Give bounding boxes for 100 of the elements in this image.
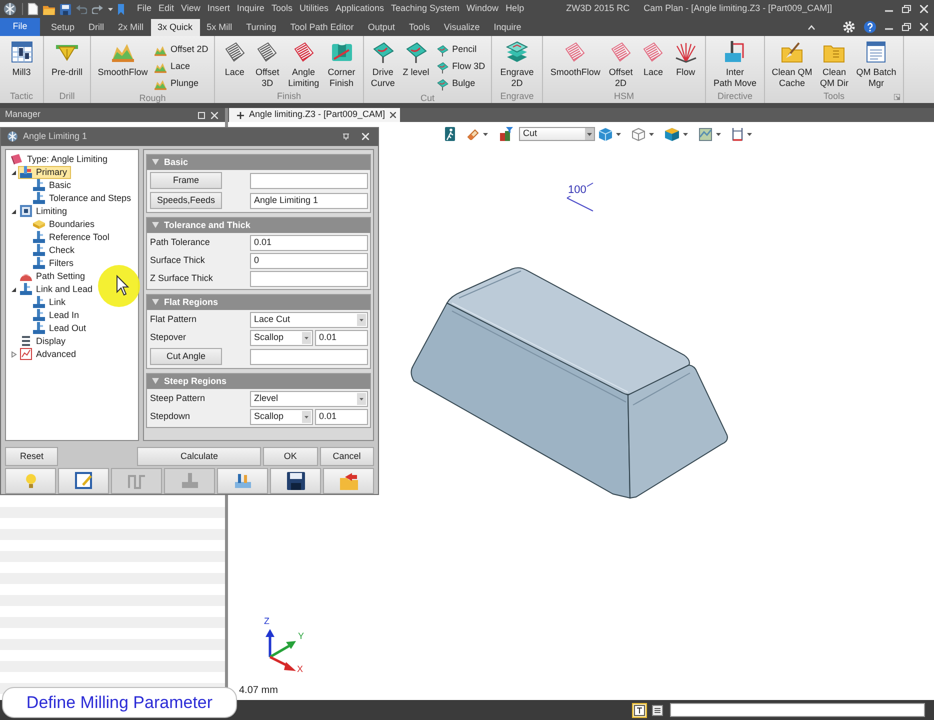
action-button[interactable]: Cut Angle <box>150 348 222 366</box>
redo-icon[interactable] <box>92 4 103 14</box>
ribbon-button[interactable]: Clean QM Dir <box>818 40 850 89</box>
dialog-button[interactable]: Reset <box>5 447 58 466</box>
dropdown[interactable]: Scallop <box>250 330 313 346</box>
text-field[interactable] <box>250 270 368 287</box>
filter-icon[interactable] <box>500 127 513 141</box>
texture-icon[interactable] <box>699 128 712 140</box>
tool-button[interactable] <box>58 468 109 494</box>
new-file-icon[interactable] <box>28 3 38 15</box>
expand-arrow-icon[interactable] <box>10 208 17 215</box>
ribbon-button[interactable]: SmoothFlow <box>549 40 602 78</box>
menu-item[interactable]: Teaching System <box>391 2 460 16</box>
bookmark-icon[interactable] <box>118 4 124 14</box>
tree-item[interactable]: Advanced <box>18 348 80 361</box>
tree-item[interactable]: Basic <box>31 178 76 192</box>
ribbon-button[interactable]: SmoothFlow <box>96 40 149 78</box>
menu-item[interactable]: Applications <box>335 2 384 16</box>
ribbon-tab[interactable]: Turning <box>239 19 284 36</box>
ribbon-tab[interactable]: 3x Quick <box>150 19 200 36</box>
tree-item[interactable]: Limiting <box>18 204 72 218</box>
tool-button[interactable] <box>270 468 321 494</box>
section-icon[interactable] <box>732 128 743 140</box>
ribbon-button[interactable]: Clean QM Cache <box>770 40 814 89</box>
ribbon-button[interactable]: Inter Path Move <box>712 40 758 89</box>
text-field[interactable]: Angle Limiting 1 <box>250 192 368 209</box>
wireframe-cube-icon[interactable] <box>632 128 645 140</box>
close-icon[interactable] <box>390 112 396 118</box>
ribbon-tab[interactable]: 5x Mill <box>200 19 240 36</box>
dropdown-caret-icon[interactable] <box>683 132 688 136</box>
text-field[interactable] <box>250 172 368 189</box>
dropdown-caret-icon[interactable] <box>483 132 488 136</box>
dropdown[interactable]: Lace Cut <box>250 312 368 328</box>
shaded-cube-icon[interactable] <box>665 128 679 140</box>
dialog-button[interactable]: Cancel <box>320 447 374 466</box>
ribbon-small-button[interactable]: Lace <box>154 59 208 75</box>
menu-item[interactable]: View <box>181 2 200 16</box>
status-button[interactable] <box>632 702 647 718</box>
ribbon-button[interactable]: Angle Limiting <box>287 40 320 89</box>
status-button[interactable] <box>650 702 665 718</box>
ribbon-tab[interactable]: Setup <box>44 19 82 36</box>
ribbon-small-button[interactable]: Plunge <box>154 76 208 92</box>
help-icon[interactable] <box>864 21 876 33</box>
restore-icon[interactable] <box>902 23 911 31</box>
ribbon-tab[interactable]: Drill <box>82 19 112 36</box>
ribbon-tab[interactable]: Tool Path Editor <box>283 19 361 36</box>
ribbon-tab[interactable]: Output <box>360 19 402 36</box>
tree-item[interactable]: Display <box>18 334 70 348</box>
ribbon-button[interactable]: Z level <box>402 40 430 78</box>
menu-item[interactable]: Insert <box>207 2 230 16</box>
tree-item[interactable]: Lead In <box>31 308 84 322</box>
text-field[interactable]: 0 <box>250 252 368 269</box>
status-field[interactable] <box>670 703 925 717</box>
ribbon-button[interactable]: Pre-drill <box>50 40 84 78</box>
text-field[interactable]: 0.01 <box>315 408 368 425</box>
dropdown[interactable]: Zlevel <box>250 390 368 407</box>
menu-item[interactable]: Inquire <box>236 2 264 16</box>
ribbon-small-button[interactable]: Flow 3D <box>436 59 486 75</box>
tree-item[interactable]: Path Setting <box>18 270 90 283</box>
tree-item[interactable]: Filters <box>31 256 78 270</box>
running-figure-icon[interactable] <box>445 127 455 141</box>
tree-item[interactable]: Boundaries <box>31 218 99 231</box>
restore-icon[interactable] <box>902 5 911 13</box>
menu-item[interactable]: Help <box>506 2 524 16</box>
tree-item[interactable]: Link <box>31 296 70 309</box>
action-button[interactable]: Speeds,Feeds <box>150 192 222 210</box>
text-field[interactable]: 0.01 <box>315 330 368 346</box>
ribbon-tab[interactable]: Visualize <box>436 19 487 36</box>
ribbon-button[interactable]: Offset 3D <box>254 40 280 89</box>
ribbon-button[interactable]: Drive Curve <box>370 40 396 89</box>
collapse-ribbon-icon[interactable] <box>808 24 815 30</box>
ribbon-button[interactable]: Engrave 2D <box>499 40 535 89</box>
menu-item[interactable]: Tools <box>271 2 292 16</box>
ribbon-button[interactable]: Lace <box>222 40 248 78</box>
ribbon-button[interactable]: Lace <box>640 40 666 78</box>
save-icon[interactable] <box>60 4 71 14</box>
open-folder-icon[interactable] <box>43 4 55 14</box>
ribbon-small-button[interactable]: Pencil <box>436 42 486 58</box>
text-field[interactable]: 0.01 <box>250 234 368 251</box>
display-mode-dropdown[interactable]: Cut <box>519 127 595 141</box>
app-logo-icon[interactable] <box>3 2 17 16</box>
tree-item[interactable]: Check <box>31 244 79 257</box>
ribbon-button[interactable]: Offset 2D <box>608 40 634 89</box>
dropdown-caret-icon[interactable] <box>716 132 721 136</box>
tree-item[interactable]: Lead Out <box>31 322 90 335</box>
dropdown[interactable]: Scallop <box>250 408 313 425</box>
menu-item[interactable]: File <box>137 2 152 16</box>
ribbon-button[interactable]: QM Batch Mgr <box>855 40 898 89</box>
dropdown-caret-icon[interactable] <box>108 8 113 10</box>
dropdown-caret-icon[interactable] <box>616 132 621 136</box>
file-tab[interactable]: File <box>0 18 40 36</box>
tree-item[interactable]: Tolerance and Steps <box>31 192 136 205</box>
document-tab[interactable]: Angle limiting.Z3 - [Part009_CAM] <box>229 108 400 122</box>
dialog-button[interactable]: OK <box>263 447 318 466</box>
menu-item[interactable]: Utilities <box>299 2 328 16</box>
dropdown-caret-icon[interactable] <box>747 132 752 136</box>
tree-item[interactable]: Link and Lead <box>18 282 97 296</box>
ribbon-small-button[interactable]: Offset 2D <box>154 42 208 58</box>
action-button[interactable]: Frame <box>150 172 222 190</box>
ribbon-button[interactable]: Corner Finish <box>326 40 356 89</box>
